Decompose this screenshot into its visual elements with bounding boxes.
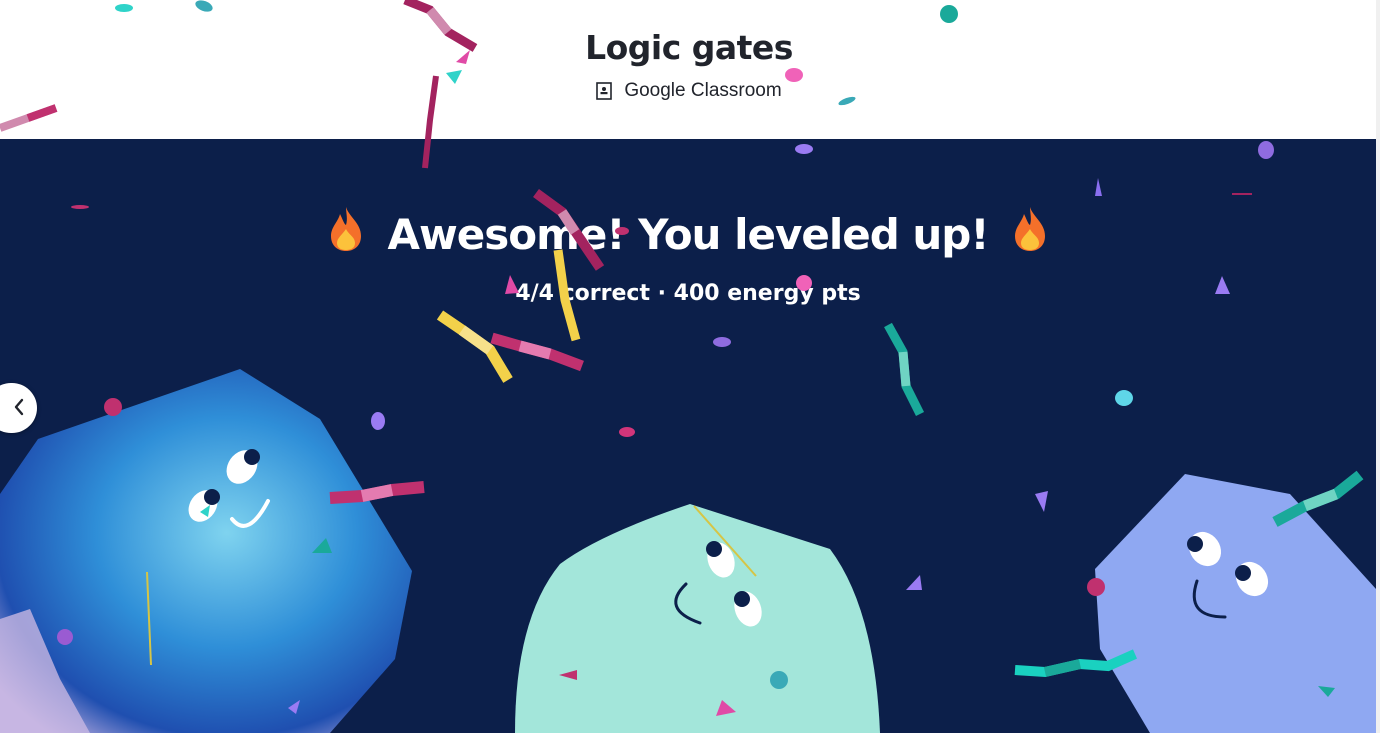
periwinkle-creature <box>1095 474 1376 733</box>
google-classroom-icon <box>596 82 613 100</box>
level-up-headline: Awesome! You leveled up! <box>0 205 1376 263</box>
google-classroom-label: Google Classroom <box>624 80 782 101</box>
blue-creature <box>0 369 412 733</box>
headline-text: Awesome! You leveled up! <box>387 209 989 259</box>
fire-emoji-icon <box>327 205 365 263</box>
page-title: Logic gates <box>585 28 793 67</box>
score-summary: 4/4 correct · 400 energy pts <box>515 281 861 306</box>
fire-emoji-icon <box>1011 205 1049 263</box>
level-up-banner: Awesome! You leveled up! 4/4 correct · 4… <box>0 139 1376 733</box>
google-classroom-link[interactable]: Google Classroom <box>0 80 1378 102</box>
header: Logic gates Google Classroom <box>0 0 1380 139</box>
mint-creature <box>515 504 880 733</box>
page-scrollbar[interactable] <box>1376 0 1380 733</box>
chevron-left-icon <box>13 398 25 419</box>
